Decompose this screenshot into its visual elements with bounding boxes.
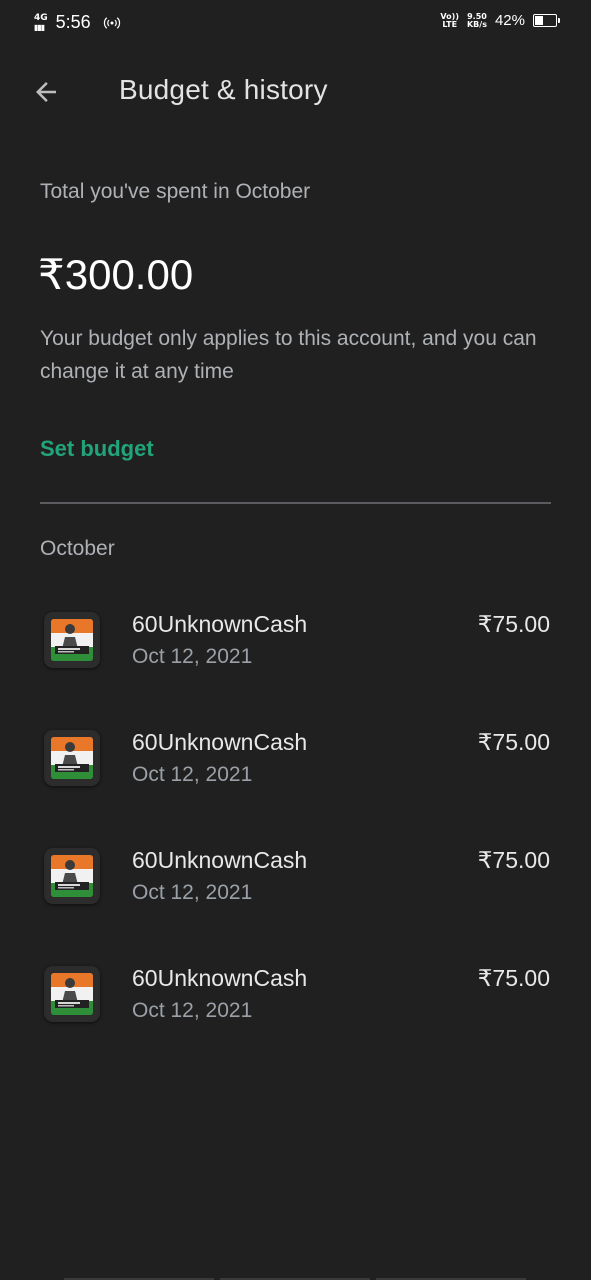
network-indicator: 4G ▮▮▮	[34, 12, 48, 32]
status-bar: 4G ▮▮▮ 5:56 Vo)) LTE 9.50 KB/s 42%	[0, 0, 591, 46]
status-clock: 5:56	[55, 12, 91, 32]
divider	[40, 502, 551, 504]
battlegrounds-mobile-india-app-icon	[44, 966, 100, 1022]
transaction-amount: ₹75.00	[477, 729, 550, 755]
app-icon-artwork	[51, 855, 93, 897]
transaction-row[interactable]: 60UnknownCash Oct 12, 2021 ₹75.00	[0, 944, 591, 1062]
transaction-amount: ₹75.00	[477, 965, 550, 991]
transaction-row[interactable]: 60UnknownCash Oct 12, 2021 ₹75.00	[0, 708, 591, 826]
transaction-date: Oct 12, 2021	[132, 645, 253, 668]
transaction-row[interactable]: 60UnknownCash Oct 12, 2021 ₹75.00	[0, 826, 591, 944]
transaction-amount: ₹75.00	[477, 847, 550, 873]
set-budget-button[interactable]: Set budget	[40, 436, 154, 462]
transaction-name: 60UnknownCash	[132, 729, 308, 755]
spent-amount: ₹300.00	[38, 251, 194, 298]
soldier-figure-icon	[51, 619, 93, 661]
soldier-figure-icon	[51, 855, 93, 897]
soldier-figure-icon	[51, 737, 93, 779]
app-icon-artwork	[51, 737, 93, 779]
transaction-date: Oct 12, 2021	[132, 881, 253, 904]
transaction-name: 60UnknownCash	[132, 965, 308, 991]
back-button[interactable]	[22, 68, 70, 116]
app-bar: Budget & history	[0, 60, 591, 124]
volte-indicator: Vo)) LTE	[440, 12, 459, 29]
battery-icon	[533, 14, 560, 27]
transaction-list: 60UnknownCash Oct 12, 2021 ₹75.00 60Unkn…	[0, 590, 591, 1062]
transaction-row[interactable]: 60UnknownCash Oct 12, 2021 ₹75.00	[0, 590, 591, 708]
transaction-date: Oct 12, 2021	[132, 763, 253, 786]
battlegrounds-mobile-india-app-icon	[44, 612, 100, 668]
spent-label: Total you've spent in October	[40, 180, 311, 203]
transaction-date: Oct 12, 2021	[132, 999, 253, 1022]
app-icon-artwork	[51, 619, 93, 661]
battery-percent: 42%	[494, 12, 525, 29]
transaction-name: 60UnknownCash	[132, 847, 308, 873]
battlegrounds-mobile-india-app-icon	[44, 730, 100, 786]
app-icon-artwork	[51, 973, 93, 1015]
soldier-figure-icon	[51, 973, 93, 1015]
month-header: October	[40, 537, 115, 560]
signal-bars-icon: ▮▮▮	[34, 22, 45, 32]
transaction-name: 60UnknownCash	[132, 611, 308, 637]
network-speed: 9.50 KB/s	[466, 12, 487, 29]
battery-level-fill	[535, 16, 543, 25]
network-speed-unit: KB/s	[466, 19, 487, 29]
budget-note: Your budget only applies to this account…	[40, 327, 537, 383]
transaction-amount: ₹75.00	[477, 611, 550, 637]
status-bar-right: Vo)) LTE 9.50 KB/s 42%	[440, 12, 560, 29]
arrow-back-icon	[36, 82, 56, 102]
status-bar-left: 4G ▮▮▮ 5:56	[34, 12, 121, 33]
hotspot-icon	[103, 16, 120, 29]
battlegrounds-mobile-india-app-icon	[44, 848, 100, 904]
page-title: Budget & history	[119, 74, 328, 105]
volte-bottom-label: LTE	[442, 19, 458, 29]
network-type: 4G	[34, 12, 48, 23]
